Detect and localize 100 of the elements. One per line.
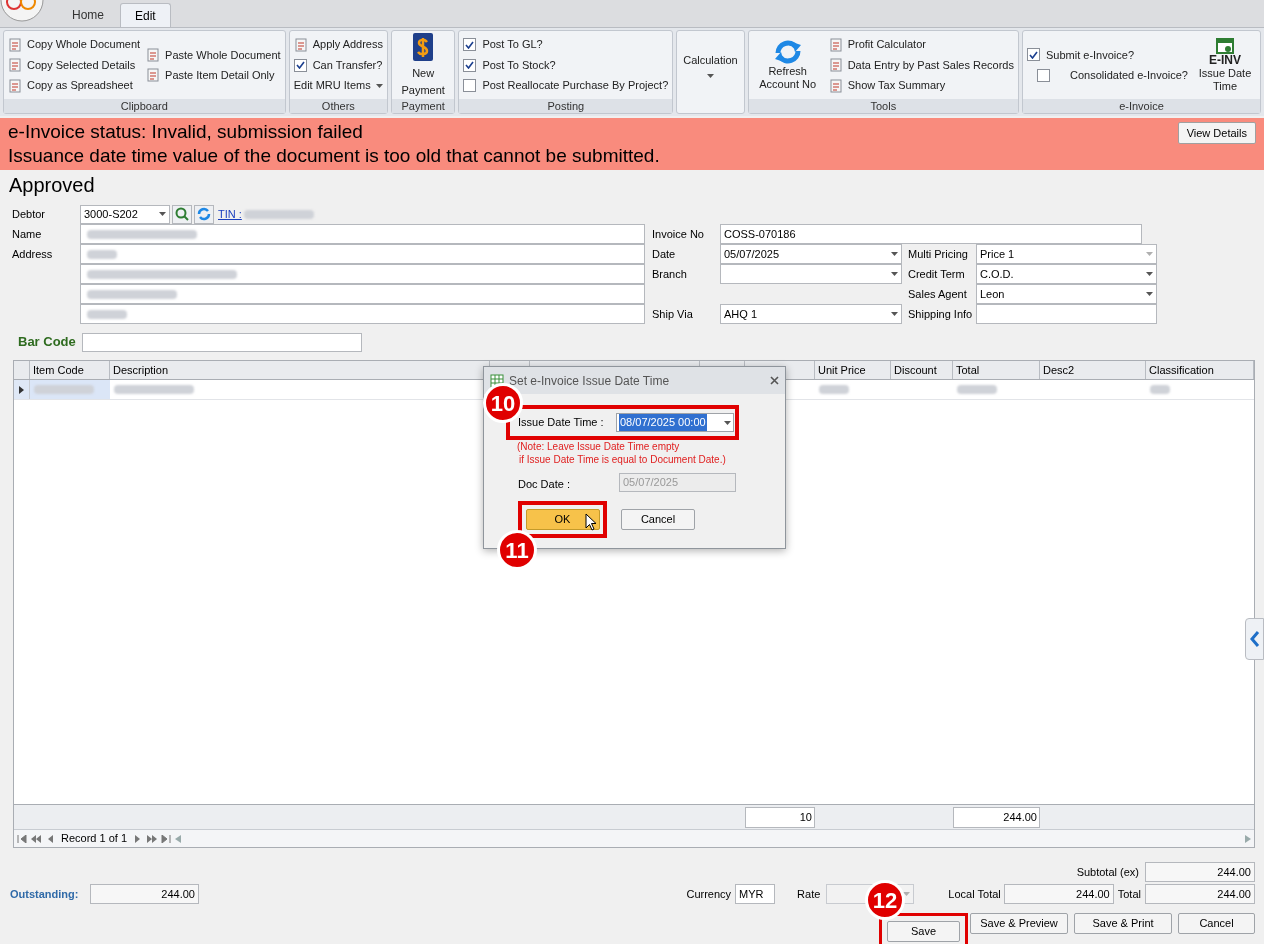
- column-header[interactable]: Discount: [891, 361, 953, 379]
- app-logo-icon: [0, 0, 46, 22]
- checkbox[interactable]: [463, 58, 477, 72]
- field-label: Local Total: [948, 886, 1001, 902]
- column-header[interactable]: Total: [953, 361, 1040, 379]
- checkbox[interactable]: [1036, 68, 1050, 82]
- blurred-text: [819, 385, 849, 394]
- ribbon-button[interactable]: Paste Item Detail Only: [146, 67, 281, 84]
- arrow-icon: [147, 834, 158, 843]
- caret-icon: [159, 212, 166, 216]
- calculation-button[interactable]: Calculation: [681, 51, 740, 79]
- group-label: Posting: [547, 99, 585, 113]
- blurred-text: [957, 385, 997, 394]
- column-header[interactable]: Item Code: [30, 361, 110, 379]
- dropdown-field[interactable]: AHQ 1: [720, 304, 902, 324]
- action-button[interactable]: Save & Print: [1074, 913, 1172, 934]
- address-field[interactable]: [80, 304, 645, 324]
- checkbox[interactable]: [1026, 48, 1040, 62]
- field-label: Debtor: [12, 206, 47, 222]
- pointer-icon: [19, 385, 24, 394]
- ribbon-button[interactable]: Copy Selected Details: [8, 56, 141, 74]
- ribbon-button[interactable]: Copy Whole Document: [8, 36, 141, 53]
- ribbon-button[interactable]: Show Tax Summary: [828, 77, 1014, 94]
- nav-button[interactable]: [31, 834, 41, 843]
- ok-button[interactable]: OK: [525, 509, 600, 530]
- check-icon: [1028, 50, 1038, 59]
- scroll-right-icon: [1245, 834, 1251, 843]
- new-payment-button[interactable]: New Payment: [396, 32, 451, 98]
- checkbox-label[interactable]: Can Transfer?: [312, 56, 383, 74]
- checkbox-label[interactable]: Post Reallocate Purchase By Project?: [482, 77, 669, 94]
- checkbox-label[interactable]: Post To Stock?: [482, 56, 556, 74]
- caret-icon: [903, 892, 911, 896]
- group-label: e-Invoice: [1119, 99, 1164, 113]
- blurred-text: [34, 385, 94, 394]
- view-details-button[interactable]: View Details: [1177, 122, 1256, 144]
- ribbon-tab[interactable]: Edit: [120, 3, 171, 27]
- text-field[interactable]: COSS-070186: [720, 224, 1142, 244]
- debtor-dropdown[interactable]: 3000-S202: [80, 204, 170, 224]
- refresh-button[interactable]: [194, 204, 214, 224]
- tin-link[interactable]: TIN :: [218, 205, 242, 223]
- outstanding-field: 244.00: [90, 884, 199, 904]
- ribbon-button[interactable]: Paste Whole Document: [146, 46, 281, 63]
- dollar-icon: [412, 32, 435, 62]
- checkbox[interactable]: [293, 58, 307, 72]
- close-button[interactable]: [770, 376, 779, 385]
- action-button[interactable]: Cancel: [1178, 913, 1255, 934]
- ribbon-button[interactable]: Data Entry by Past Sales Records: [828, 56, 1014, 74]
- ribbon-button[interactable]: Apply Address: [293, 36, 383, 53]
- lookup-button[interactable]: [172, 204, 192, 224]
- group-label: Tools: [870, 99, 897, 113]
- total-cell: 244.00: [953, 806, 1040, 828]
- column-header[interactable]: Classification: [1146, 361, 1254, 379]
- group-label: Clipboard: [120, 99, 168, 113]
- ribbon-button[interactable]: Copy as Spreadsheet: [8, 77, 141, 94]
- caret-icon: [706, 74, 714, 79]
- nav-button[interactable]: [147, 834, 158, 843]
- doc-date-field: 05/07/2025: [619, 473, 736, 492]
- checkbox-label[interactable]: Post To GL?: [482, 36, 543, 53]
- nav-button[interactable]: [161, 834, 172, 843]
- ribbon-button[interactable]: Profit Calculator: [828, 36, 1014, 53]
- dropdown-field[interactable]: C.O.D.: [976, 264, 1157, 284]
- checkbox[interactable]: [463, 38, 477, 51]
- side-panel-tab[interactable]: [1245, 618, 1264, 660]
- action-button[interactable]: Save: [887, 921, 960, 942]
- dropdown-field[interactable]: 05/07/2025: [720, 244, 902, 264]
- bar-code-field[interactable]: [81, 332, 362, 352]
- cancel-button[interactable]: Cancel: [621, 509, 695, 530]
- document-icon: [146, 68, 161, 83]
- dropdown-field[interactable]: Leon: [976, 284, 1157, 304]
- address-field[interactable]: [80, 284, 645, 304]
- document-icon: [293, 37, 308, 52]
- nav-button[interactable]: [17, 834, 27, 843]
- address-field[interactable]: [80, 244, 645, 264]
- name-field[interactable]: [80, 224, 645, 244]
- check-icon: [465, 40, 475, 49]
- field-label: Rate: [797, 886, 821, 902]
- issue-date-time-field[interactable]: 08/07/2025 00:00: [616, 413, 734, 432]
- currency-field[interactable]: MYR: [735, 884, 776, 904]
- column-header[interactable]: Desc2: [1040, 361, 1146, 379]
- refresh-icon: [772, 39, 803, 65]
- step-badge: 12: [865, 880, 905, 920]
- checkbox-label[interactable]: Consolidated e-Invoice?: [1069, 67, 1188, 84]
- total-cell: 10: [745, 806, 815, 828]
- checkbox-label[interactable]: Submit e-Invoice?: [1045, 46, 1134, 63]
- issue-date-time-button[interactable]: E-INV Issue Date Time: [1194, 37, 1256, 93]
- address-field[interactable]: [80, 264, 645, 284]
- dropdown-field[interactable]: [720, 264, 902, 284]
- action-button[interactable]: Save & Preview: [970, 913, 1068, 934]
- arrow-icon: [17, 834, 27, 843]
- mouse-cursor-icon: [585, 513, 597, 531]
- calendar-icon: [1216, 37, 1234, 54]
- caret-icon: [375, 83, 383, 88]
- refresh-button[interactable]: Refresh Account No: [752, 39, 823, 91]
- ribbon-tab[interactable]: Home: [58, 3, 118, 27]
- field-label: Credit Term: [908, 266, 966, 282]
- column-header[interactable]: Unit Price: [815, 361, 891, 379]
- dropdown-button[interactable]: Edit MRU Items: [293, 77, 383, 94]
- field-label: Doc Date :: [518, 477, 570, 492]
- checkbox[interactable]: [463, 79, 477, 92]
- text-field[interactable]: [976, 304, 1157, 324]
